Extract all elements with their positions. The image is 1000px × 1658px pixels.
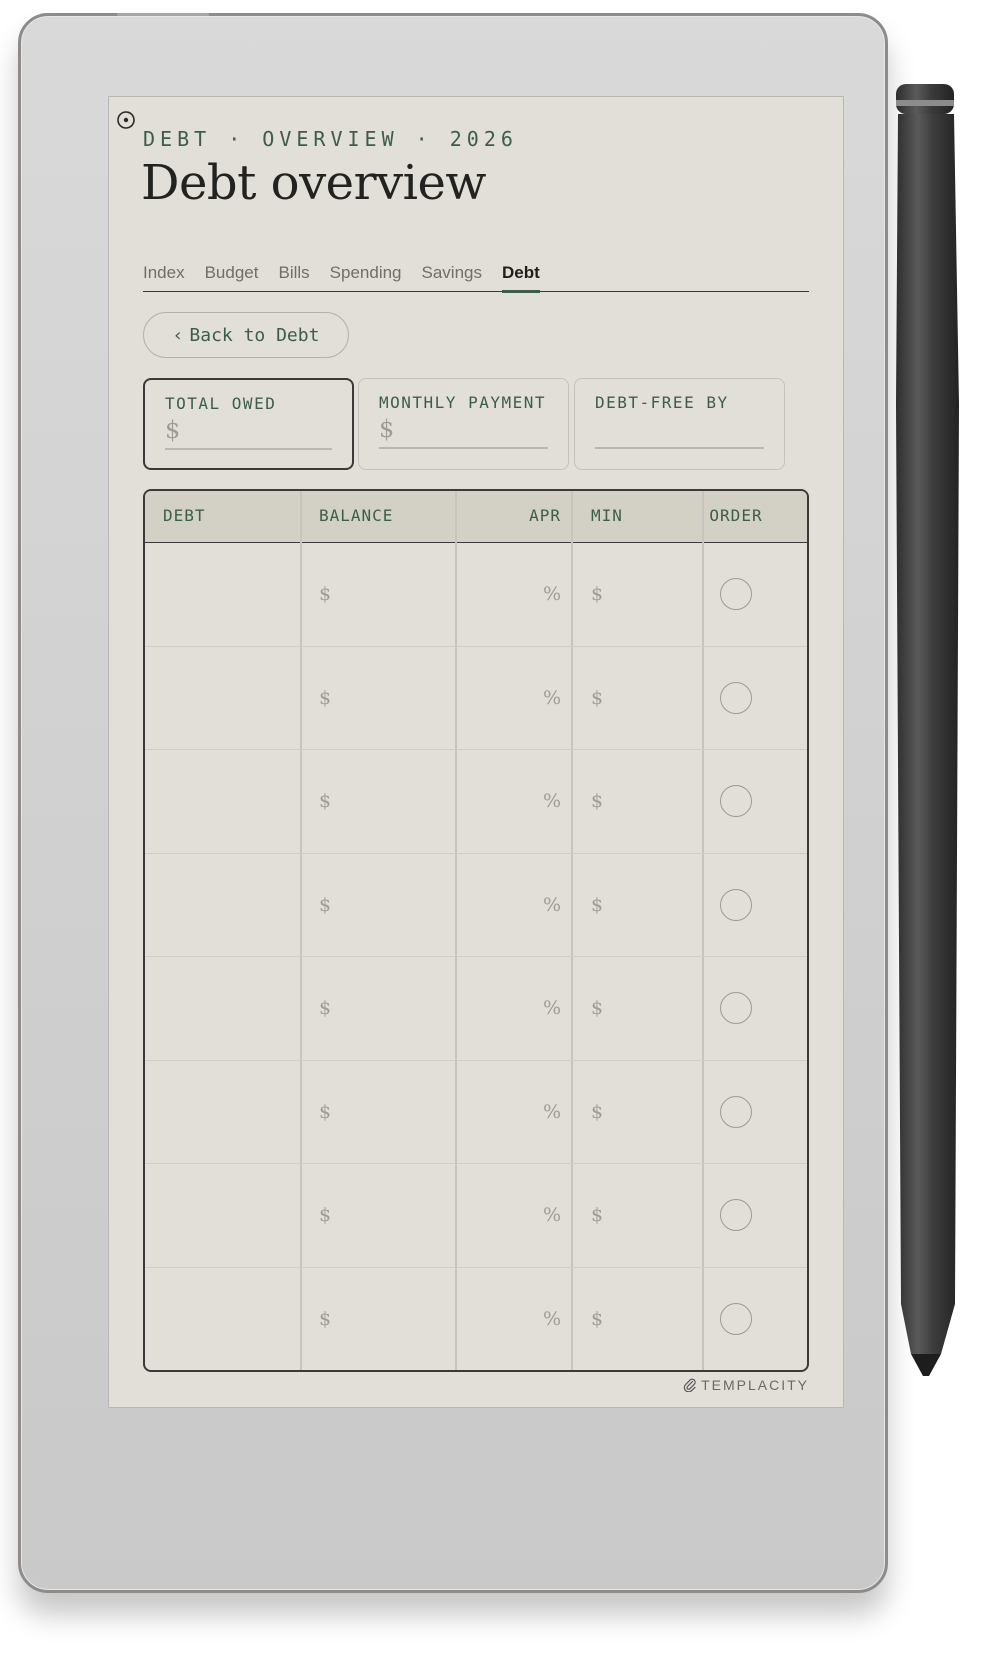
min-cell[interactable]: $ [591, 997, 603, 1019]
monthly-payment-card[interactable]: MONTHLY PAYMENT $ [358, 378, 569, 470]
order-circle[interactable] [720, 578, 752, 611]
stylus-pen [896, 84, 959, 1376]
order-circle[interactable] [720, 681, 752, 714]
min-cell[interactable]: $ [591, 1204, 603, 1226]
min-cell[interactable]: $ [591, 1101, 603, 1123]
min-cell[interactable]: $ [591, 790, 603, 812]
apr-cell[interactable]: % [543, 894, 561, 916]
debt-free-by-card[interactable]: DEBT-FREE BY [574, 378, 785, 470]
min-cell[interactable]: $ [591, 583, 603, 605]
apr-cell[interactable]: % [543, 1308, 561, 1330]
apr-cell[interactable]: % [543, 583, 561, 605]
order-circle[interactable] [720, 1199, 752, 1232]
table-row: $ % $ [145, 647, 807, 750]
balance-cell[interactable]: $ [319, 583, 331, 605]
brand-name: TEMPLACITY [701, 1377, 809, 1393]
balance-cell[interactable]: $ [319, 790, 331, 812]
balance-cell[interactable]: $ [319, 1101, 331, 1123]
tab-budget[interactable]: Budget [205, 263, 259, 291]
total-owed-label: TOTAL OWED [165, 394, 277, 413]
power-button [117, 13, 209, 16]
tab-spending[interactable]: Spending [330, 263, 402, 291]
column-header-min: MIN [591, 506, 623, 525]
apr-cell[interactable]: % [543, 1101, 561, 1123]
table-row: $ % $ [145, 1164, 807, 1268]
chevron-left-icon: ‹ [172, 324, 184, 346]
table-row: $ % $ [145, 957, 807, 1061]
total-owed-value: $ [165, 416, 181, 444]
min-cell[interactable]: $ [591, 1308, 603, 1330]
order-circle[interactable] [720, 785, 752, 818]
min-cell[interactable]: $ [591, 894, 603, 916]
apr-cell[interactable]: % [543, 687, 561, 709]
balance-cell[interactable]: $ [319, 894, 331, 916]
page-title: Debt overview [141, 155, 487, 211]
apr-cell[interactable]: % [543, 1204, 561, 1226]
debt-table: DEBT BALANCE APR MIN ORDER $ % $ $ % $ $… [143, 489, 809, 1372]
tab-bills[interactable]: Bills [278, 263, 309, 291]
back-to-debt-button[interactable]: ‹ Back to Debt [143, 312, 349, 358]
column-header-order: ORDER [709, 506, 763, 525]
e-ink-screen: DEBT · OVERVIEW · 2026 Debt overview Ind… [108, 96, 844, 1408]
column-header-debt: DEBT [163, 506, 206, 525]
tab-debt[interactable]: Debt [501, 263, 540, 293]
tab-bar: Index Budget Bills Spending Savings Debt [143, 263, 809, 293]
column-header-balance: BALANCE [319, 506, 394, 525]
total-owed-card[interactable]: TOTAL OWED $ [143, 378, 354, 470]
table-row: $ % $ [145, 854, 807, 957]
min-cell[interactable]: $ [591, 687, 603, 709]
apr-cell[interactable]: % [543, 790, 561, 812]
monthly-payment-line [379, 447, 548, 449]
brand-logo: TEMPLACITY [683, 1377, 809, 1393]
order-circle[interactable] [720, 1095, 752, 1128]
apr-cell[interactable]: % [543, 997, 561, 1019]
balance-cell[interactable]: $ [319, 997, 331, 1019]
tab-index[interactable]: Index [143, 263, 185, 291]
order-circle[interactable] [720, 888, 752, 921]
monthly-payment-value: $ [379, 415, 395, 443]
balance-cell[interactable]: $ [319, 687, 331, 709]
order-circle[interactable] [720, 992, 752, 1025]
table-row: $ % $ [145, 1061, 807, 1164]
table-row: $ % $ [145, 750, 807, 854]
record-icon[interactable] [116, 110, 136, 130]
tablet-device: DEBT · OVERVIEW · 2026 Debt overview Ind… [18, 13, 888, 1593]
table-body: $ % $ $ % $ $ % $ $ % $ $ % $ $ % $ $ % … [145, 543, 807, 1370]
table-row: $ % $ [145, 543, 807, 647]
paperclip-icon [683, 1378, 696, 1392]
table-row: $ % $ [145, 1268, 807, 1371]
balance-cell[interactable]: $ [319, 1308, 331, 1330]
monthly-payment-label: MONTHLY PAYMENT [379, 393, 546, 412]
page-eyebrow: DEBT · OVERVIEW · 2026 [143, 127, 518, 151]
column-header-apr: APR [529, 506, 561, 525]
order-circle[interactable] [720, 1303, 752, 1336]
total-owed-line [165, 448, 332, 450]
debt-free-by-label: DEBT-FREE BY [595, 393, 729, 412]
back-button-label: Back to Debt [189, 324, 320, 346]
debt-free-by-line [595, 447, 764, 449]
tab-savings[interactable]: Savings [422, 263, 482, 291]
balance-cell[interactable]: $ [319, 1204, 331, 1226]
table-header: DEBT BALANCE APR MIN ORDER [145, 491, 807, 543]
